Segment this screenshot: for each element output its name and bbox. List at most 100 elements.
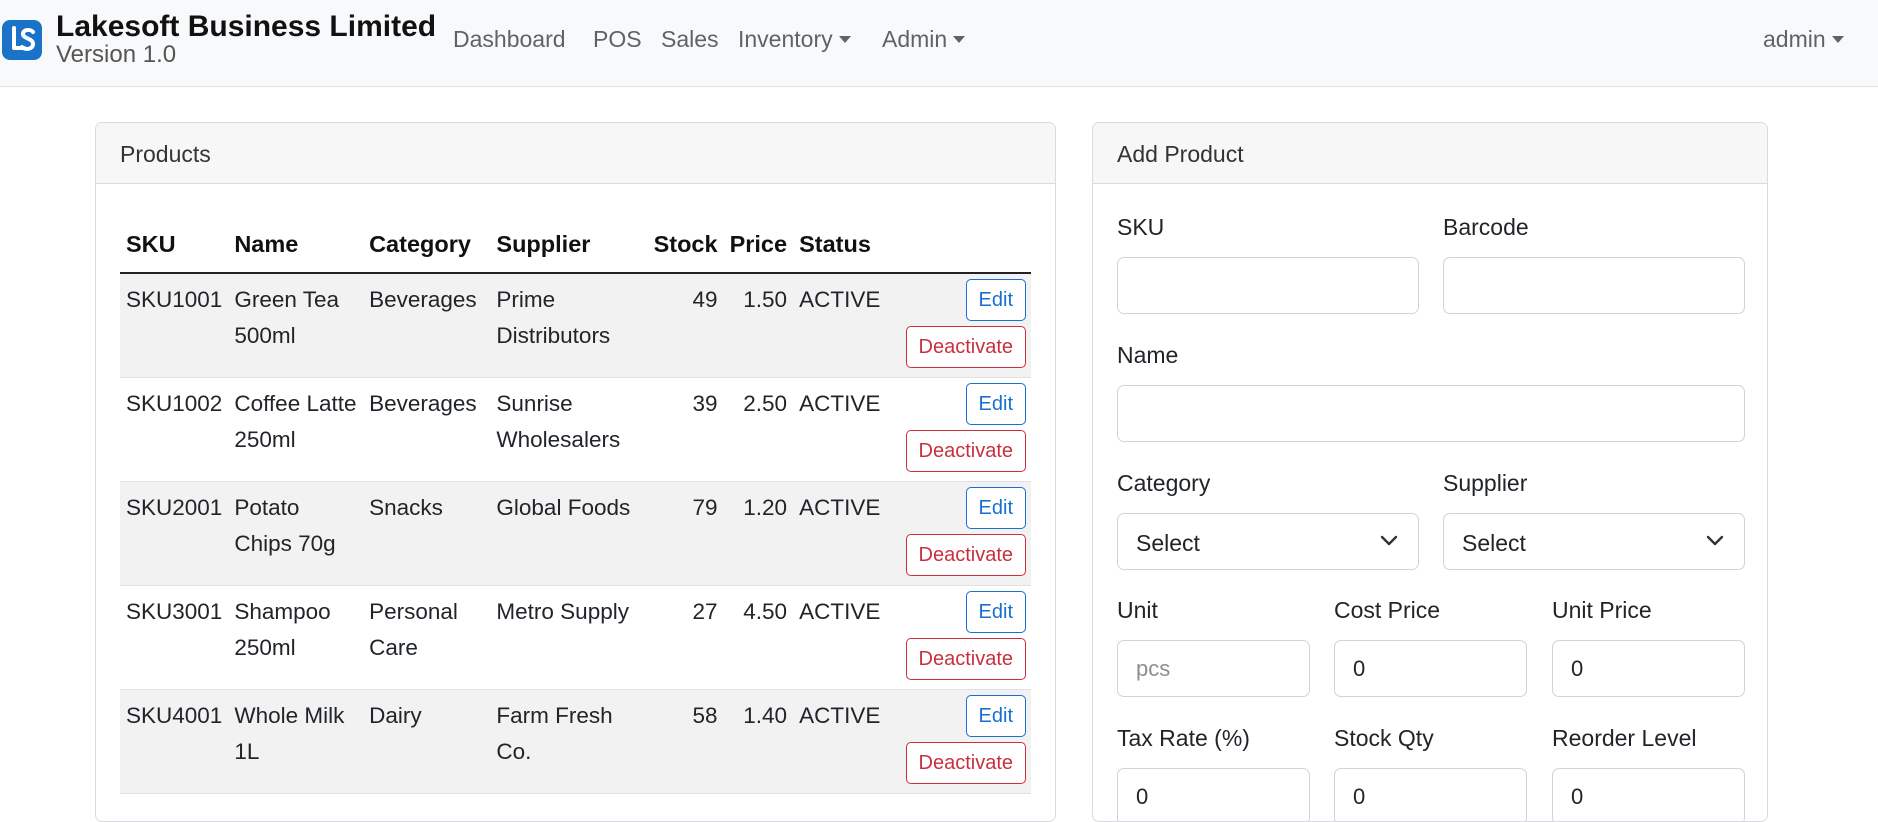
col-header-name: Name: [228, 217, 364, 274]
cell-sku: SKU1002: [120, 377, 229, 482]
brand-title: Lakesoft Business Limited: [56, 10, 437, 43]
unit-price-input[interactable]: [1552, 640, 1745, 697]
deactivate-button[interactable]: Deactivate: [905, 326, 1026, 368]
table-row: SKU1002 Coffee Latte 250ml Beverages Sun…: [120, 377, 1031, 482]
user-menu-dropdown[interactable]: admin: [1763, 26, 1844, 53]
cell-actions: Edit Deactivate: [887, 585, 1031, 690]
chevron-down-icon: [1706, 535, 1724, 546]
deactivate-button[interactable]: Deactivate: [905, 741, 1026, 784]
name-input[interactable]: [1117, 385, 1745, 442]
table-row: SKU3001 Shampoo 250ml Personal Care Metr…: [120, 585, 1031, 690]
sku-label: SKU: [1117, 214, 1165, 240]
nav-pos[interactable]: POS: [593, 26, 642, 53]
table-row: SKU2001 Potato Chips 70g Snacks Global F…: [120, 481, 1031, 586]
cost-price-label: Cost Price: [1334, 597, 1441, 623]
cell-name: Coffee Latte 250ml: [228, 377, 364, 482]
user-menu-label: admin: [1763, 26, 1826, 52]
edit-button[interactable]: Edit: [965, 382, 1026, 425]
products-table: SKU Name Category Supplier Stock Price S…: [120, 217, 1031, 794]
cell-status: ACTIVE: [793, 585, 888, 690]
tax-rate-label: Tax Rate (%): [1117, 725, 1250, 751]
table-row: SKU4001 Whole Milk 1L Dairy Farm Fresh C…: [120, 689, 1031, 794]
cell-stock: 27: [647, 585, 724, 690]
brand-version: Version 1.0: [56, 41, 177, 68]
barcode-input[interactable]: [1443, 257, 1745, 314]
unit-input[interactable]: [1117, 640, 1310, 697]
nav-sales[interactable]: Sales: [661, 26, 719, 53]
reorder-level-label: Reorder Level: [1552, 725, 1697, 751]
add-product-header: Add Product: [1093, 123, 1767, 184]
supplier-label: Supplier: [1443, 470, 1528, 496]
col-header-sku: SKU: [120, 217, 229, 274]
caret-down-icon: [1831, 36, 1844, 43]
col-header-stock: Stock: [647, 217, 724, 274]
cell-category: Personal Care: [363, 585, 491, 690]
edit-button[interactable]: Edit: [965, 694, 1026, 737]
cell-price: 2.50: [723, 377, 794, 482]
cell-name: Shampoo 250ml: [228, 585, 364, 690]
category-selected-value: Select: [1136, 530, 1200, 556]
edit-button[interactable]: Edit: [965, 486, 1026, 529]
cell-name: Green Tea 500ml: [228, 273, 364, 378]
cell-sku: SKU3001: [120, 585, 229, 690]
cost-price-input[interactable]: [1334, 640, 1527, 697]
caret-down-icon: [838, 36, 851, 43]
table-header-row: SKU Name Category Supplier Stock Price S…: [120, 217, 1031, 274]
cell-stock: 79: [647, 481, 724, 586]
category-label: Category: [1117, 470, 1211, 496]
sku-input[interactable]: [1117, 257, 1419, 314]
cell-category: Beverages: [363, 377, 491, 482]
cell-price: 1.20: [723, 481, 794, 586]
nav-inventory-dropdown[interactable]: Inventory: [738, 26, 851, 53]
stock-qty-input[interactable]: [1334, 768, 1527, 821]
cell-stock: 58: [647, 689, 724, 794]
cell-actions: Edit Deactivate: [887, 689, 1031, 794]
cell-actions: Edit Deactivate: [887, 481, 1031, 586]
tax-rate-input[interactable]: [1117, 768, 1310, 821]
add-product-card: Add Product SKU Barcode Name Category Se…: [1092, 122, 1768, 822]
ls-logo-icon: [2, 20, 42, 60]
cell-actions: Edit Deactivate: [887, 377, 1031, 482]
nav-admin-label: Admin: [882, 26, 948, 52]
cell-supplier: Prime Distributors: [490, 273, 648, 378]
cell-status: ACTIVE: [793, 689, 888, 794]
table-row: SKU1001 Green Tea 500ml Beverages Prime …: [120, 273, 1031, 378]
col-header-price: Price: [723, 217, 794, 274]
brand[interactable]: Lakesoft Business Limited Version 1.0: [0, 12, 436, 67]
cell-actions: Edit Deactivate: [887, 273, 1031, 378]
cell-price: 1.50: [723, 273, 794, 378]
col-header-actions: [887, 217, 1031, 274]
cell-status: ACTIVE: [793, 481, 888, 586]
cell-price: 1.40: [723, 689, 794, 794]
caret-down-icon: [953, 36, 966, 43]
nav-admin-dropdown[interactable]: Admin: [882, 26, 966, 53]
cell-sku: SKU2001: [120, 481, 229, 586]
cell-supplier: Global Foods: [490, 481, 648, 586]
cell-stock: 49: [647, 273, 724, 378]
unit-price-label: Unit Price: [1552, 597, 1652, 623]
cell-name: Potato Chips 70g: [228, 481, 364, 586]
edit-button[interactable]: Edit: [965, 590, 1026, 633]
category-select[interactable]: Select: [1117, 513, 1419, 570]
deactivate-button[interactable]: Deactivate: [905, 533, 1026, 576]
col-header-category: Category: [363, 217, 491, 274]
chevron-down-icon: [1380, 535, 1398, 546]
nav-dashboard[interactable]: Dashboard: [453, 26, 566, 53]
cell-sku: SKU1001: [120, 273, 229, 378]
cell-supplier: Metro Supply: [490, 585, 648, 690]
cell-category: Beverages: [363, 273, 491, 378]
cell-category: Dairy: [363, 689, 491, 794]
deactivate-button[interactable]: Deactivate: [905, 429, 1026, 472]
supplier-select[interactable]: Select: [1443, 513, 1745, 570]
reorder-level-input[interactable]: [1552, 768, 1745, 821]
deactivate-button[interactable]: Deactivate: [905, 637, 1026, 680]
cell-name: Whole Milk 1L: [228, 689, 364, 794]
unit-label: Unit: [1117, 597, 1158, 623]
cell-supplier: Sunrise Wholesalers: [490, 377, 648, 482]
cell-status: ACTIVE: [793, 273, 888, 378]
top-navbar: Lakesoft Business Limited Version 1.0 Da…: [0, 0, 1878, 87]
supplier-selected-value: Select: [1462, 530, 1526, 556]
cell-supplier: Farm Fresh Co.: [490, 689, 648, 794]
cell-status: ACTIVE: [793, 377, 888, 482]
edit-button[interactable]: Edit: [965, 279, 1026, 321]
